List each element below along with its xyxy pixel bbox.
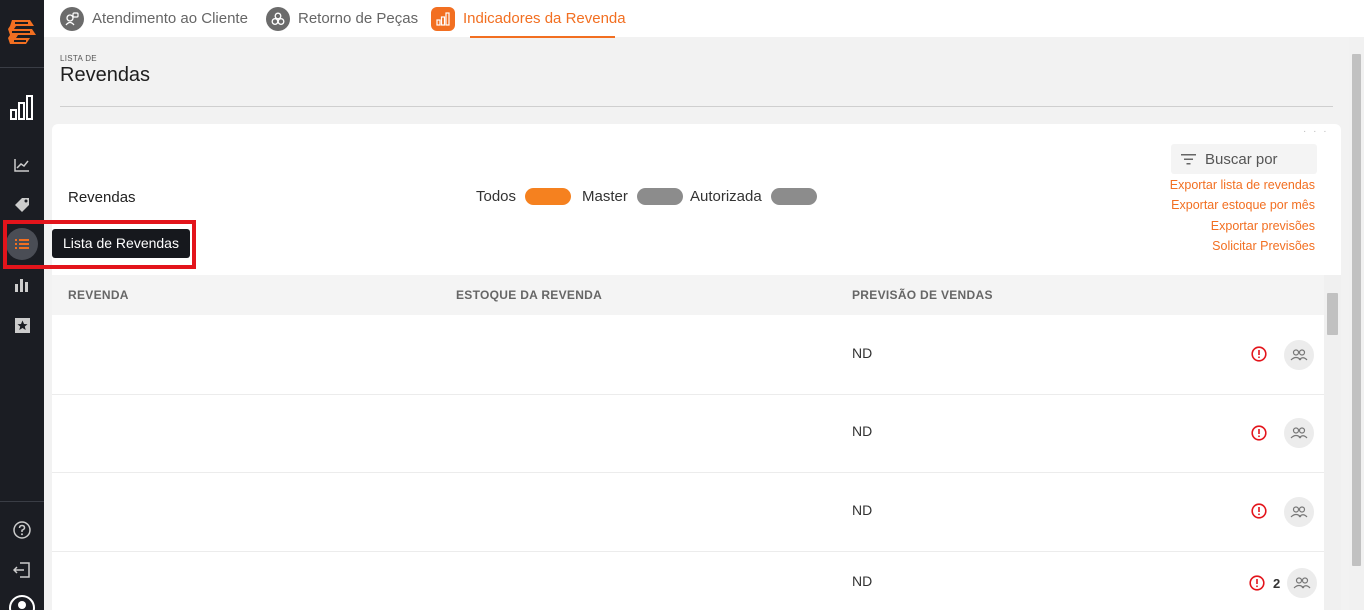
- filter-master[interactable]: Master: [582, 188, 683, 205]
- assign-users-button[interactable]: [1284, 497, 1314, 527]
- sidebar-item-favorites[interactable]: [6, 309, 38, 341]
- sidebar-item-help[interactable]: [6, 514, 38, 546]
- sidebar: [0, 0, 44, 610]
- sidebar-divider: [0, 67, 44, 68]
- alert-icon[interactable]: [1251, 425, 1267, 441]
- previsao-cell: ND: [852, 502, 873, 518]
- alert-count: 2: [1273, 576, 1281, 591]
- users-icon: [1290, 427, 1308, 439]
- filter-toggle[interactable]: [770, 188, 817, 205]
- page-kicker: LISTA DE: [60, 54, 97, 63]
- table-scrollbar-thumb[interactable]: [1327, 293, 1338, 335]
- previsao-cell: ND: [852, 423, 873, 439]
- search-label: Buscar por: [1205, 150, 1278, 168]
- export-revendas-link[interactable]: Exportar lista de revendas: [1170, 178, 1315, 192]
- tab-label: Atendimento ao Cliente: [92, 10, 248, 27]
- filter-label: Todos: [476, 188, 517, 205]
- sidebar-item-stats[interactable]: [6, 269, 38, 301]
- filter-autorizada[interactable]: Autorizada: [690, 188, 817, 205]
- users-icon: [1293, 577, 1311, 589]
- assign-users-button[interactable]: [1284, 340, 1314, 370]
- line-chart-icon: [14, 159, 29, 172]
- parts-return-icon: [266, 6, 290, 31]
- help-icon: [13, 521, 31, 539]
- alert-icon[interactable]: [1251, 346, 1267, 362]
- sidebar-divider: [0, 501, 44, 502]
- sidebar-item-trend[interactable]: [6, 149, 38, 181]
- filter-label: Autorizada: [690, 188, 762, 205]
- tab-indicadores-revenda[interactable]: Indicadores da Revenda: [431, 0, 626, 37]
- column-header-estoque[interactable]: ESTOQUE DA REVENDA: [456, 288, 602, 302]
- page-title: Revendas: [60, 64, 151, 86]
- export-previsoes-link[interactable]: Exportar previsões: [1211, 219, 1315, 233]
- column-header-revenda[interactable]: REVENDA: [68, 288, 129, 302]
- table-row[interactable]: [52, 473, 1324, 552]
- filter-icon: [1181, 153, 1196, 164]
- table-header: [52, 275, 1324, 315]
- users-icon: [1290, 506, 1308, 518]
- column-header-previsao[interactable]: PREVISÃO DE VENDAS: [852, 288, 993, 302]
- filter-toggle[interactable]: [636, 188, 683, 205]
- brand-logo-icon[interactable]: [6, 14, 38, 48]
- assign-users-button[interactable]: [1284, 418, 1314, 448]
- solicitar-previsoes-link[interactable]: Solicitar Previsões: [1212, 239, 1315, 253]
- header-divider: [60, 106, 1333, 107]
- active-tab-indicator: [470, 36, 615, 38]
- export-estoque-link[interactable]: Exportar estoque por mês: [1171, 198, 1315, 212]
- previsao-cell: ND: [852, 573, 873, 589]
- filter-label: Master: [582, 188, 628, 205]
- table-row[interactable]: [52, 315, 1324, 395]
- previsao-cell: ND: [852, 345, 873, 361]
- sidebar-tooltip: Lista de Revendas: [52, 229, 190, 258]
- user-avatar-icon: [9, 595, 35, 610]
- tag-icon: [15, 198, 29, 212]
- bar-chart-icon: [431, 6, 455, 31]
- star-box-icon: [14, 317, 30, 333]
- tab-label: Retorno de Peças: [298, 10, 419, 27]
- bar-chart-icon: [10, 95, 33, 120]
- customer-service-icon: [60, 6, 84, 31]
- logout-icon: [13, 562, 30, 578]
- sidebar-item-logout[interactable]: [6, 554, 38, 586]
- tab-label: Indicadores da Revenda: [463, 10, 626, 27]
- filter-todos[interactable]: Todos: [476, 188, 572, 205]
- table-row[interactable]: [52, 395, 1324, 473]
- table-row[interactable]: [52, 552, 1324, 610]
- sidebar-item-tags[interactable]: [6, 189, 38, 221]
- assign-users-button[interactable]: [1287, 568, 1317, 598]
- alert-icon[interactable]: [1251, 503, 1267, 519]
- sidebar-item-profile[interactable]: [6, 592, 38, 610]
- filter-toggle[interactable]: [525, 188, 572, 205]
- card-menu-icon[interactable]: · · ·: [1303, 127, 1329, 137]
- card-title: Revendas: [68, 189, 136, 206]
- page-scrollbar-thumb[interactable]: [1352, 54, 1361, 566]
- alert-icon[interactable]: [1249, 575, 1265, 591]
- search-button[interactable]: Buscar por: [1171, 144, 1317, 174]
- users-icon: [1290, 349, 1308, 361]
- bar-stats-icon: [15, 279, 28, 292]
- tab-retorno-pecas[interactable]: Retorno de Peças: [266, 0, 418, 37]
- sidebar-item-indicators[interactable]: [6, 90, 38, 124]
- tab-atendimento-cliente[interactable]: Atendimento ao Cliente: [60, 0, 248, 37]
